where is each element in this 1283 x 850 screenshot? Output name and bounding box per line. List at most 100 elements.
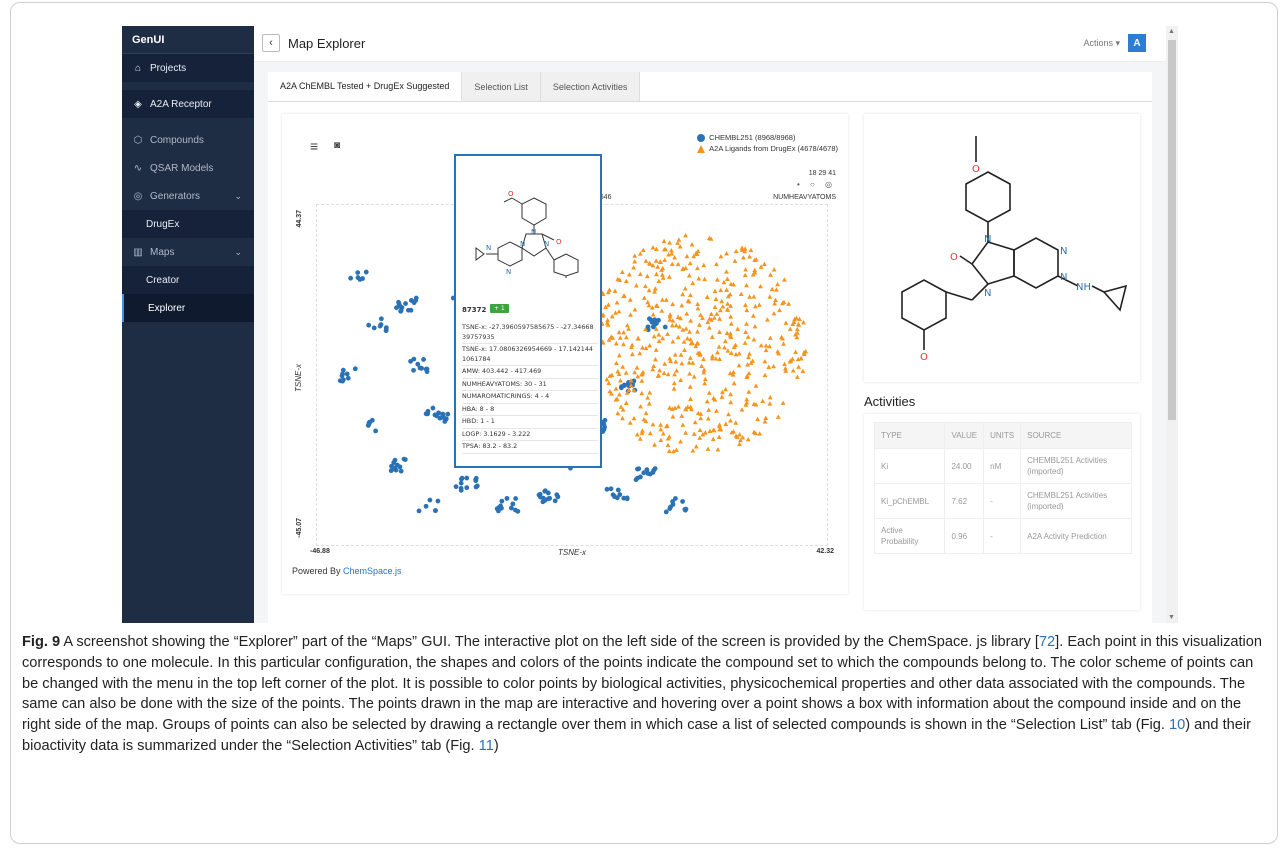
scatter-point[interactable]	[625, 322, 630, 328]
scatter-point[interactable]	[660, 431, 666, 436]
scatter-point[interactable]	[644, 273, 650, 279]
scatter-point[interactable]	[537, 491, 543, 497]
scatter-point[interactable]	[627, 420, 633, 425]
scatter-point[interactable]	[714, 408, 719, 413]
scatter-point[interactable]	[796, 321, 801, 326]
scatter-point[interactable]	[727, 291, 733, 297]
scatter-point[interactable]	[723, 338, 728, 344]
scatter-point[interactable]	[765, 317, 770, 322]
scatter-point[interactable]	[445, 411, 451, 417]
scatter-point[interactable]	[796, 364, 802, 369]
scatter-point[interactable]	[702, 276, 708, 282]
scatter-point[interactable]	[732, 258, 738, 263]
scatter-point[interactable]	[623, 278, 629, 284]
scatter-point[interactable]	[653, 258, 659, 263]
scatter-point[interactable]	[688, 396, 693, 401]
scatter-point[interactable]	[728, 331, 733, 336]
scatter-point[interactable]	[667, 356, 673, 361]
scatter-point[interactable]	[793, 349, 799, 355]
scatter-point[interactable]	[680, 499, 685, 504]
scatter-point[interactable]	[654, 271, 659, 277]
scatter-point[interactable]	[623, 334, 629, 340]
scatter-point[interactable]	[745, 334, 751, 339]
scatter-point[interactable]	[619, 384, 625, 389]
scatter-point[interactable]	[695, 265, 700, 271]
scatter-point[interactable]	[695, 248, 701, 254]
scatter-point[interactable]	[638, 404, 643, 409]
scatter-point[interactable]	[545, 496, 551, 502]
scatter-point[interactable]	[615, 410, 621, 416]
scatter-point[interactable]	[691, 374, 697, 379]
scatter-point[interactable]	[437, 415, 443, 421]
scatter-point[interactable]	[378, 316, 384, 322]
scatter-point[interactable]	[682, 286, 688, 291]
scatter-point[interactable]	[641, 470, 647, 476]
scatter-point[interactable]	[670, 414, 676, 419]
scatter-point[interactable]	[616, 329, 622, 335]
scatter-point[interactable]	[695, 305, 701, 311]
scatter-point[interactable]	[510, 501, 516, 507]
scatter-point[interactable]	[618, 404, 624, 409]
scatter-point[interactable]	[718, 254, 724, 259]
scatter-point[interactable]	[706, 390, 712, 395]
scatter-point[interactable]	[423, 366, 429, 372]
scatter-point[interactable]	[650, 312, 656, 317]
scatter-point[interactable]	[614, 300, 620, 305]
sidebar-item-explorer[interactable]: Explorer	[122, 294, 254, 322]
scatter-point[interactable]	[633, 477, 639, 483]
scatter-point[interactable]	[640, 345, 645, 350]
scatter-point[interactable]	[762, 261, 767, 266]
scatter-point[interactable]	[696, 276, 702, 281]
scatter-point[interactable]	[403, 301, 408, 306]
scatter-point[interactable]	[686, 273, 692, 278]
scatter-point[interactable]	[474, 483, 480, 489]
scatter-point[interactable]	[667, 240, 673, 245]
scatter-point[interactable]	[744, 321, 749, 326]
scroll-up-icon[interactable]: ▲	[1168, 28, 1175, 35]
sidebar-item-qsar-models[interactable]: ∿ QSAR Models	[122, 154, 254, 182]
scatter-point[interactable]	[396, 301, 402, 306]
scatter-point[interactable]	[659, 308, 665, 313]
scatter-point[interactable]	[737, 432, 743, 437]
scatter-point[interactable]	[371, 325, 377, 331]
scatter-point[interactable]	[401, 456, 407, 462]
scatter-point[interactable]	[781, 277, 787, 282]
scatter-point[interactable]	[701, 356, 706, 362]
scatter-point[interactable]	[652, 442, 657, 447]
scatter-point[interactable]	[637, 271, 643, 277]
scatter-point[interactable]	[728, 391, 733, 397]
scatter-point[interactable]	[345, 375, 351, 381]
scatter-point[interactable]	[408, 358, 413, 364]
scatter-point[interactable]	[742, 340, 748, 345]
scatter-point[interactable]	[667, 506, 673, 511]
scatter-point[interactable]	[743, 329, 749, 334]
scatter-point[interactable]	[713, 296, 719, 301]
scatter-point[interactable]	[702, 380, 708, 386]
scatter-point[interactable]	[651, 333, 657, 339]
scatter-point[interactable]	[614, 360, 619, 366]
scatter-point[interactable]	[771, 310, 777, 316]
scatter-point[interactable]	[665, 331, 670, 336]
scatter-point[interactable]	[623, 370, 629, 375]
scatter-point[interactable]	[408, 307, 414, 313]
scatter-point[interactable]	[613, 386, 619, 391]
scatter-point[interactable]	[653, 347, 659, 352]
scatter-point[interactable]	[626, 272, 632, 277]
scatter-point[interactable]	[790, 368, 796, 373]
scatter-point[interactable]	[720, 304, 726, 309]
scatter-point[interactable]	[714, 277, 720, 282]
scatter-point[interactable]	[413, 298, 419, 303]
scatter-point[interactable]	[706, 407, 712, 412]
scatter-point[interactable]	[787, 326, 793, 331]
scatter-point[interactable]	[733, 342, 738, 348]
scatter-point[interactable]	[606, 302, 611, 307]
scatter-point[interactable]	[344, 371, 350, 377]
scatter-point[interactable]	[425, 408, 431, 414]
sidebar-item-creator[interactable]: Creator	[122, 266, 254, 294]
scatter-point[interactable]	[679, 303, 685, 308]
scatter-point[interactable]	[683, 326, 689, 331]
scatter-point[interactable]	[615, 368, 621, 374]
scatter-point[interactable]	[755, 416, 761, 422]
scatter-point[interactable]	[736, 363, 742, 368]
legend-item-drugex[interactable]: A2A Ligands from DrugEx (4678/4678)	[697, 143, 838, 154]
